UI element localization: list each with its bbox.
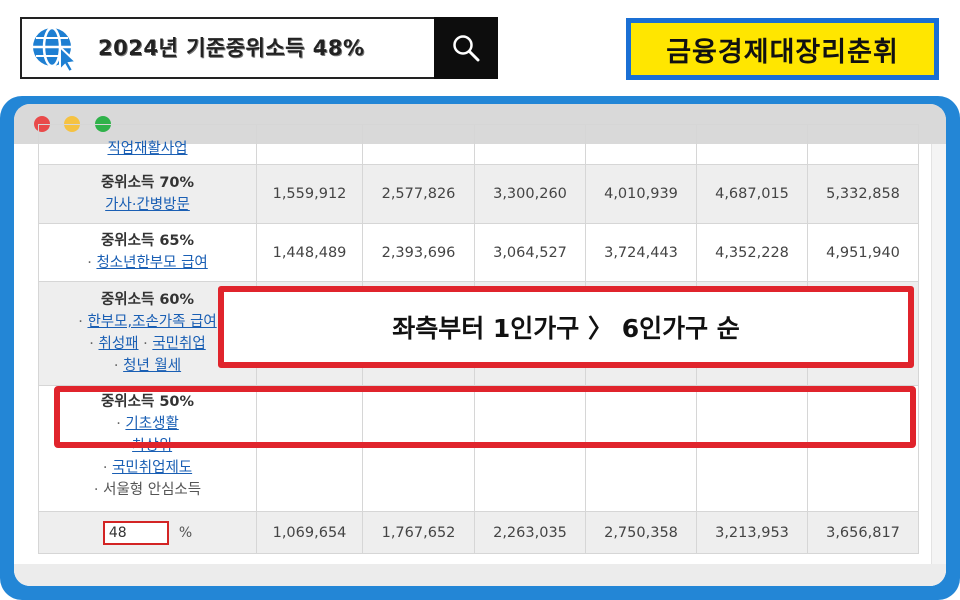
percent-unit: % [178,524,193,541]
table-cell: 1,448,489 [256,223,363,282]
custom-percent-row: 48% 1,069,654 1,767,652 2,263,035 2,750,… [38,511,919,554]
search-button[interactable] [434,17,498,79]
vertical-scrollbar[interactable] [931,144,946,586]
table-cell: 4,951,940 [807,223,919,282]
search-input[interactable]: 2024년 기준중위소득 48% [98,19,365,77]
table-cell: 4,010,939 [585,164,697,224]
household-order-callout: 좌측부터 1인가구 〉 6인가구 순 [218,286,914,368]
table-cell: 2,263,035 [474,511,586,554]
table-cell: 1,069,654 [256,511,363,554]
row-label: 중위소득 70% 가사·간병방문 [38,164,257,224]
row-link[interactable]: 청소년한부모 급여 [96,255,207,271]
globe-cursor-icon [33,26,79,73]
table-cell: 4,687,015 [696,164,808,224]
row-link[interactable]: 국민취업제도 [112,460,192,476]
table-cell: 3,064,527 [474,223,586,282]
table-row: 중위소득 65% · 청소년한부모 급여 1,448,489 2,393,696… [38,223,919,282]
table-cell: 2,577,826 [362,164,475,224]
table-cell: 3,213,953 [696,511,808,554]
table-row: 중위소득 70% 가사·간병방문 1,559,912 2,577,826 3,3… [38,164,919,224]
row-link[interactable]: 취성패 [98,336,138,352]
row-text: 서울형 안심소득 [103,482,202,498]
row-label: 중위소득 65% · 청소년한부모 급여 [38,223,257,282]
table-cell: 3,724,443 [585,223,697,282]
table-cell: 1,559,912 [256,164,363,224]
table-cell: 1,767,652 [362,511,475,554]
table-cell: 3,656,817 [807,511,919,554]
table-cell: 2,393,696 [362,223,475,282]
row-link[interactable]: 청년 월세 [123,358,181,374]
row-link[interactable]: 한부모,조손가족 급여 [87,314,216,330]
table-cell: 5,332,858 [807,164,919,224]
table-row: 직업재활사업 [38,124,919,165]
banner-text: 금융경제대장리춘휘 [631,23,934,75]
channel-banner: 금융경제대장리춘휘 [626,18,939,80]
window-bottom-strip [14,564,946,586]
magnifier-icon [453,35,480,62]
table-cell: 2,750,358 [585,511,697,554]
search-bar[interactable]: 2024년 기준중위소득 48% [20,17,498,79]
row-title: 중위소득 65% [100,233,195,249]
percent-input-cell: 48% [38,511,257,554]
table-cell: 3,300,260 [474,164,586,224]
row-title: 중위소득 70% [100,174,195,191]
row-link[interactable]: 가사·간병방문 [105,197,190,213]
row-link[interactable]: 국민취업 [152,336,205,352]
row-highlight-box [54,386,916,448]
percent-input[interactable]: 48 [102,520,169,545]
row-link[interactable]: 직업재활사업 [107,141,187,157]
table-cell: 4,352,228 [696,223,808,282]
